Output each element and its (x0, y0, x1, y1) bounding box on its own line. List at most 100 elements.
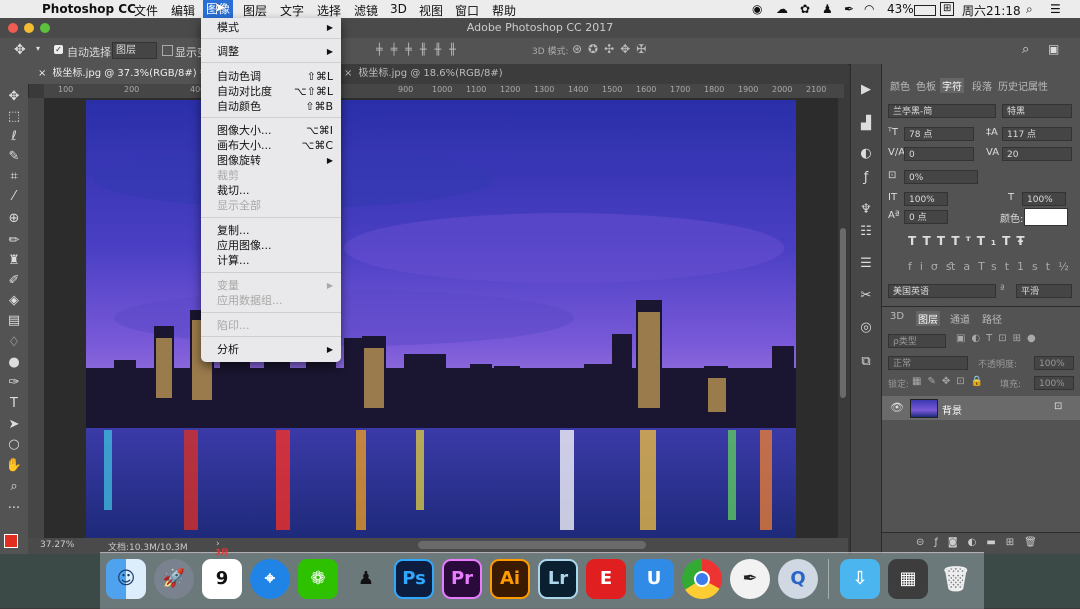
safari-icon[interactable]: ⌖ (250, 559, 290, 599)
wechat-status-icon[interactable]: ☁ (776, 2, 788, 16)
menu-edit[interactable]: 编辑 (171, 2, 195, 19)
trash-icon[interactable]: 🗑 (936, 559, 976, 599)
photoshop-icon[interactable]: Ps (394, 559, 434, 599)
move-tool-icon[interactable]: ✥ (14, 42, 26, 58)
menu-layer[interactable]: 图层 (243, 2, 267, 19)
tools-preset-icon[interactable]: ✂ (857, 288, 875, 306)
baseline-field[interactable]: 0 点 (904, 210, 948, 224)
finder-icon[interactable]: ☺ (106, 559, 146, 599)
sliders-icon[interactable]: ☷ (857, 224, 875, 242)
layer-row[interactable]: 👁 背景 ⊡ (882, 396, 1080, 420)
gradient-tool-icon[interactable]: ▤ (4, 312, 24, 330)
tab-color[interactable]: 颜色 (890, 78, 910, 93)
clock[interactable]: 周六21:18 (962, 2, 1021, 19)
tab-paths[interactable]: 路径 (982, 311, 1002, 326)
illustrator-icon[interactable]: Ai (490, 559, 530, 599)
clone-stamp-tool-icon[interactable]: ♜ (4, 252, 24, 270)
menu-item-trim[interactable]: 裁切... (217, 183, 333, 198)
menu-filter[interactable]: 滤镜 (354, 2, 378, 19)
launchpad-icon[interactable]: 🚀 (154, 559, 194, 599)
eraser-tool-icon[interactable]: ◈ (4, 292, 24, 310)
menu-item-auto-color[interactable]: 自动颜色 ⇧⌘B (217, 99, 333, 114)
menu-select[interactable]: 选择 (317, 2, 341, 19)
auto-select-checkbox[interactable]: ✓ (54, 45, 63, 54)
quick-select-tool-icon[interactable]: ✎ (4, 148, 24, 166)
quicktime-icon[interactable]: Q (778, 559, 818, 599)
menu-item-calculations[interactable]: 计算... (217, 253, 333, 268)
pen-app-icon[interactable]: ✒ (730, 559, 770, 599)
menu-item-canvas-size[interactable]: 画布大小... ⌥⌘C (217, 138, 333, 153)
close-tab-icon[interactable]: × (38, 68, 46, 79)
tab-character[interactable]: 字符 (940, 78, 964, 93)
hand-tool-icon[interactable]: ✋ (4, 457, 24, 475)
chicago-skyline-photo[interactable] (44, 98, 840, 538)
histogram-icon[interactable]: ▟ (857, 116, 875, 134)
blend-mode-select[interactable]: 正常 (888, 356, 968, 370)
menu-window[interactable]: 窗口 (455, 2, 479, 19)
tracking-field[interactable]: 20 (1002, 147, 1072, 161)
close-window-icon[interactable] (8, 23, 18, 33)
eyedropper-tool-icon[interactable]: ⁄ (4, 188, 24, 206)
notification-center-icon[interactable]: ☰ (1050, 2, 1061, 16)
tab-channels[interactable]: 通道 (950, 311, 970, 326)
menu-item-mode[interactable]: 模式 ▶ (217, 20, 333, 35)
wechat-icon[interactable]: ❁ (298, 559, 338, 599)
language-select[interactable]: 美国英语 (888, 284, 996, 298)
record-icon[interactable]: ◉ (752, 2, 762, 16)
pen-status-icon[interactable]: ✒ (844, 2, 854, 16)
tsume-field[interactable]: 0% (904, 170, 978, 184)
zoom-level[interactable]: 37.27% (40, 540, 74, 550)
tab-3d[interactable]: 3D (890, 311, 904, 322)
text-color-swatch[interactable] (1024, 208, 1068, 226)
horizontal-scroll-thumb[interactable] (418, 541, 646, 549)
pen-tool-icon[interactable]: ✑ (4, 374, 24, 392)
tab-swatches[interactable]: 色板 (916, 78, 936, 93)
font-family-select[interactable]: 兰亭黑-简 (888, 104, 996, 118)
crop-tool-icon[interactable]: ⌗ (4, 168, 24, 186)
lightroom-icon[interactable]: Lr (538, 559, 578, 599)
libraries-icon[interactable]: ◎ (857, 320, 875, 338)
layer-footer-icons[interactable]: ⊝ƒ◙◐▬⊞🗑 (916, 537, 1047, 548)
layer-name[interactable]: 背景 (942, 402, 962, 417)
menu-item-apply-image[interactable]: 应用图像... (217, 238, 333, 253)
fill-field[interactable]: 100% (1034, 376, 1074, 390)
more-tools-icon[interactable]: ··· (4, 500, 24, 518)
tab-document-2[interactable]: × 极坐标.jpg @ 18.6%(RGB/8#) (334, 64, 513, 84)
opacity-field[interactable]: 100% (1034, 356, 1074, 370)
menu-app-name[interactable]: Photoshop CC (42, 2, 136, 16)
canvas-area[interactable] (44, 98, 840, 538)
kerning-field[interactable]: 0 (904, 147, 974, 161)
workspace-icon[interactable]: ▣ (1048, 42, 1059, 56)
history-brush-tool-icon[interactable]: ✐ (4, 272, 24, 290)
dodge-tool-icon[interactable]: ● (4, 354, 24, 372)
menu-3d[interactable]: 3D (390, 2, 407, 16)
e-app-icon[interactable]: E (586, 559, 626, 599)
menu-file[interactable]: 文件 (134, 2, 158, 19)
qq-icon[interactable]: ♟ (346, 559, 386, 599)
menu-item-auto-tone[interactable]: 自动色调 ⇧⌘L (217, 69, 333, 84)
downloads-folder-icon[interactable]: ⇩ (840, 559, 880, 599)
tab-paragraph[interactable]: 段落 (972, 78, 992, 93)
type-tool-icon[interactable]: T (4, 395, 24, 413)
antialias-select[interactable]: 平滑 (1016, 284, 1072, 298)
ellipse-tool-icon[interactable]: ○ (4, 436, 24, 454)
battery-percent[interactable]: 43% (887, 2, 914, 16)
zoom-window-icon[interactable] (40, 23, 50, 33)
paths-icon[interactable]: ⧉ (857, 354, 875, 372)
3d-mode-icons[interactable]: ⊛✪✣✥✠ (572, 42, 652, 56)
wifi-icon[interactable]: ◠ (864, 2, 874, 16)
adjust-icon[interactable]: ◐ (857, 146, 875, 164)
lasso-tool-icon[interactable]: ℓ (4, 128, 24, 146)
qq-status-icon[interactable]: ♟ (822, 2, 833, 16)
preview-stack-icon[interactable]: ▦ (888, 559, 928, 599)
play-icon[interactable]: ▶ (857, 82, 875, 100)
foreground-color-swatch[interactable] (4, 534, 18, 548)
properties-icon[interactable]: ☰ (857, 256, 875, 274)
healing-brush-tool-icon[interactable]: ⊕ (4, 210, 24, 228)
search-icon[interactable]: ⌕ (1022, 42, 1029, 57)
brush-tool-icon[interactable]: ✏ (4, 232, 24, 250)
horizontal-scale-field[interactable]: 100% (1022, 192, 1066, 206)
fx-icon[interactable]: ƒ (857, 170, 875, 188)
close-tab-icon[interactable]: × (344, 68, 352, 79)
font-style-select[interactable]: 特黑 (1002, 104, 1072, 118)
